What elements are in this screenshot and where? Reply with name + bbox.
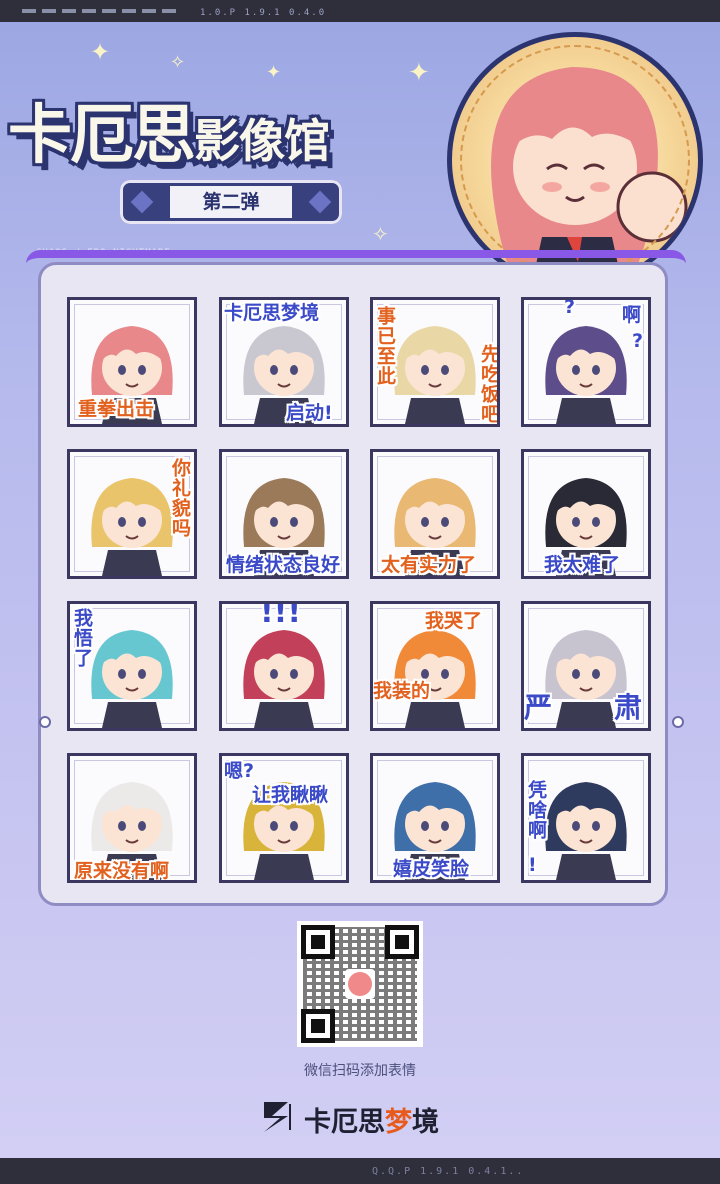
brand-name-part1: 卡厄思 <box>304 1107 385 1138</box>
sticker-caption: 嗯? <box>224 760 255 782</box>
qr-avatar-icon <box>345 969 375 999</box>
page-title: 卡厄思影像馆 <box>8 84 330 176</box>
qr-finder <box>301 1009 335 1043</box>
diamond-icon <box>308 190 332 214</box>
subtitle-text: 第二弹 <box>202 191 260 213</box>
panel-rivet <box>39 716 51 728</box>
sticker-caption: 让我瞅瞅 <box>252 784 329 806</box>
sparkle-icon: ✦ <box>266 62 282 83</box>
sticker-2[interactable]: 卡厄思梦境启动! <box>219 297 349 427</box>
sticker-1[interactable]: 重拳出击 <box>67 297 197 427</box>
sticker-10[interactable]: !!! <box>219 601 349 731</box>
sticker-caption: 嬉皮笑脸 <box>393 858 470 880</box>
sticker-caption: 肃 <box>614 691 643 724</box>
subtitle-badge: 第二弹 <box>120 180 342 224</box>
sticker-caption: 重拳出击 <box>78 398 155 420</box>
sticker-caption: 原来没有啊 <box>74 860 170 882</box>
qr-finder <box>301 925 335 959</box>
sticker-12[interactable]: 严肃 <box>521 601 651 731</box>
diamond-icon <box>130 190 154 214</box>
sticker-15[interactable]: 嬉皮笑脸 <box>370 753 500 883</box>
sticker-caption: 先吃饭吧 <box>478 344 500 424</box>
sparkle-icon: ✧ <box>170 52 186 73</box>
sticker-6[interactable]: 情绪状态良好 <box>219 449 349 579</box>
sticker-caption: ! <box>528 854 537 876</box>
sticker-caption: ? <box>564 297 576 318</box>
brand-name: 卡厄思梦境 <box>304 1100 439 1139</box>
sticker-caption: 太有实力了 <box>381 554 477 576</box>
sparkle-icon: ✦ <box>90 38 111 66</box>
sticker-4[interactable]: 啊?? <box>521 297 651 427</box>
sticker-8[interactable]: 我太难了 <box>521 449 651 579</box>
bottom-bar: Q.Q.P 1.9.1 0.4.1.. <box>0 1158 720 1184</box>
top-bar: 1.0.P 1.9.1 0.4.0 <box>0 0 720 22</box>
sticker-13[interactable]: 原来没有啊 <box>67 753 197 883</box>
sticker-caption: 卡厄思梦境 <box>224 302 320 324</box>
sticker-caption: 我太难了 <box>544 554 621 576</box>
sticker-caption: 事已至此 <box>374 306 396 386</box>
sticker-9[interactable]: 我悟了 <box>67 601 197 731</box>
qr-finder <box>385 925 419 959</box>
sticker-caption: 啊 <box>622 304 642 326</box>
sticker-caption: 我哭了 <box>425 610 483 632</box>
sticker-3[interactable]: 事已至此 先吃饭吧 <box>370 297 500 427</box>
sticker-caption: 严 <box>524 691 553 724</box>
sticker-14[interactable]: 嗯? 让我瞅瞅 <box>219 753 349 883</box>
sticker-16[interactable]: 凭啥啊! <box>521 753 651 883</box>
top-bar-code: 1.0.P 1.9.1 0.4.0 <box>200 8 327 18</box>
qr-code[interactable] <box>297 921 423 1047</box>
qr-caption: 微信扫码添加表情 <box>304 1063 416 1079</box>
hero-ring <box>460 45 690 275</box>
title-part1: 卡厄思 <box>8 99 196 173</box>
sticker-caption: ? <box>632 330 644 352</box>
panel-rivet <box>672 716 684 728</box>
brand-name-part2: 境 <box>412 1107 439 1138</box>
bottom-bar-code: Q.Q.P 1.9.1 0.4.1.. <box>372 1166 525 1177</box>
sticker-caption: 启动! <box>286 402 333 424</box>
title-part2: 影像馆 <box>194 114 330 168</box>
brand-logo-icon <box>264 1102 291 1132</box>
sticker-caption: 情绪状态良好 <box>226 554 341 576</box>
top-bar-dots <box>22 9 182 13</box>
sticker-caption: 凭啥啊 <box>525 780 547 840</box>
sparkle-icon: ✧ <box>372 222 389 246</box>
sticker-caption: 我装的 <box>373 680 431 702</box>
brand-name-highlight: 梦 <box>385 1107 412 1138</box>
sticker-11[interactable]: 我哭了我装的 <box>370 601 500 731</box>
sticker-7[interactable]: 太有实力了 <box>370 449 500 579</box>
sticker-caption: !!! <box>260 601 302 630</box>
sticker-5[interactable]: 你礼貌吗 <box>67 449 197 579</box>
sparkle-icon: ✦ <box>408 58 430 88</box>
sticker-caption: 我悟了 <box>71 608 93 668</box>
sticker-caption: 你礼貌吗 <box>169 458 191 538</box>
